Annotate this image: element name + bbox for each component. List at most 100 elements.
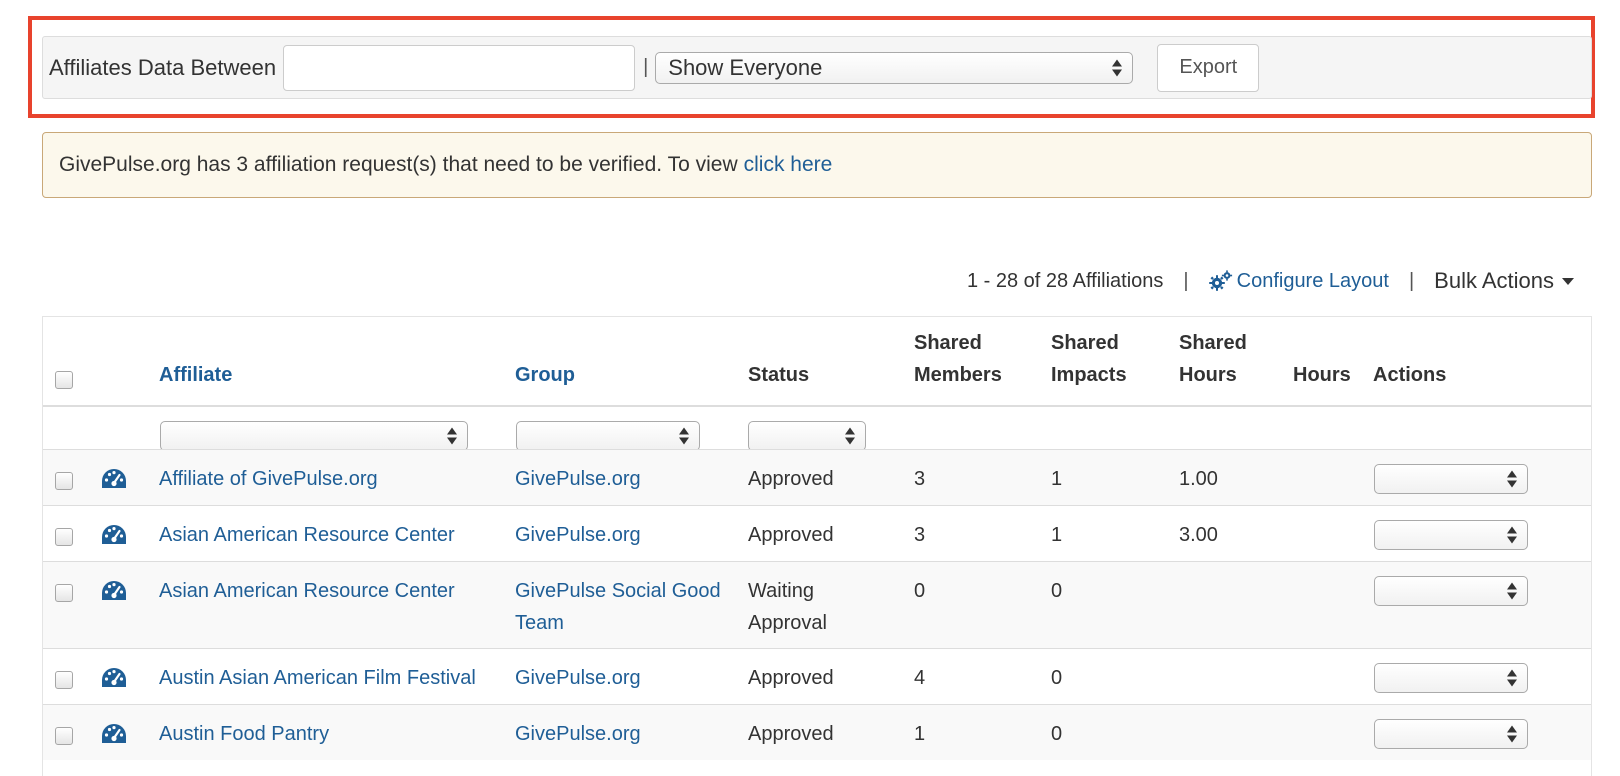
caret-down-icon: [1562, 277, 1574, 285]
group-line1: GivePulse.org: [515, 723, 641, 745]
select-arrows-icon: [1507, 470, 1517, 488]
group-link[interactable]: GivePulse.org: [515, 662, 641, 694]
shared-hours-cell: 3.00: [1179, 524, 1218, 546]
header-group[interactable]: Group: [515, 359, 575, 391]
row-actions-select[interactable]: [1374, 719, 1528, 749]
affiliate-link[interactable]: Affiliate of GivePulse.org: [159, 463, 378, 495]
dashboard-icon[interactable]: [101, 667, 127, 689]
affiliate-link[interactable]: Austin Food Pantry: [159, 718, 329, 750]
status-line2: Approval: [748, 612, 827, 634]
group-link[interactable]: GivePulse Social Good Team: [515, 575, 721, 639]
shared-members-cell: 1: [914, 723, 926, 745]
meta-separator-2: |: [1408, 269, 1415, 292]
shared-impacts-cell: 1: [1051, 524, 1063, 546]
table-row: Affiliate of GivePulse.org GivePulse.org A…: [43, 449, 1591, 505]
dashboard-icon[interactable]: [101, 723, 127, 745]
header-shared-members: Shared Members: [914, 327, 1002, 391]
date-range-input[interactable]: [283, 44, 636, 91]
header-shared-impacts: Shared Impacts: [1051, 327, 1127, 391]
header-actions: Actions: [1373, 364, 1447, 386]
status-cell: Approved: [748, 519, 834, 551]
row-checkbox[interactable]: [55, 727, 73, 745]
header-shared-members-line1: Shared: [914, 332, 982, 354]
dashboard-icon[interactable]: [101, 524, 127, 546]
affiliate-link[interactable]: Asian American Resource Center: [159, 519, 455, 551]
table-row: Asian American Resource Center GivePulse.…: [43, 505, 1591, 561]
shared-members-cell: 3: [914, 524, 926, 546]
status-filter-select[interactable]: [748, 421, 866, 451]
shared-members-cell: 3: [914, 468, 926, 490]
table-header-row: Affiliate Group Status Shared Members Sh…: [43, 317, 1591, 407]
status-line1: Approved: [748, 723, 834, 745]
alert-click-here-link[interactable]: click here: [744, 153, 833, 177]
select-arrows-icon: [1507, 725, 1517, 743]
shared-impacts-cell: 0: [1051, 667, 1063, 689]
row-actions-select[interactable]: [1374, 576, 1528, 606]
status-line1: Approved: [748, 667, 834, 689]
select-arrows-icon: [1112, 59, 1123, 76]
shared-impacts-cell: 0: [1051, 723, 1063, 745]
status-line1: Waiting: [748, 580, 814, 602]
select-all-checkbox[interactable]: [55, 371, 73, 389]
row-checkbox[interactable]: [55, 528, 73, 546]
affiliations-count: 1 - 28 of 28 Affiliations: [966, 269, 1164, 292]
table-meta-bar: 1 - 28 of 28 Affiliations | Configure La…: [967, 268, 1574, 294]
select-arrows-icon: [1507, 526, 1517, 544]
status-cell: Approved: [748, 718, 834, 750]
status-cell: Waiting Approval: [748, 575, 827, 639]
row-checkbox[interactable]: [55, 671, 73, 689]
row-checkbox[interactable]: [55, 472, 73, 490]
export-button[interactable]: Export: [1157, 43, 1260, 92]
people-filter-value: Show Everyone: [668, 54, 823, 80]
group-line1: GivePulse Social Good: [515, 580, 721, 602]
people-filter-select[interactable]: Show Everyone: [655, 51, 1134, 84]
group-filter-select[interactable]: [516, 421, 700, 451]
dashboard-icon[interactable]: [101, 580, 127, 602]
group-link[interactable]: GivePulse.org: [515, 718, 641, 750]
affiliate-link[interactable]: Asian American Resource Center: [159, 575, 455, 607]
header-shared-hours-line1: Shared: [1179, 332, 1247, 354]
bulk-actions-dropdown[interactable]: Bulk Actions: [1434, 268, 1574, 294]
dashboard-icon[interactable]: [101, 468, 127, 490]
shared-members-cell: 0: [914, 580, 926, 602]
bulk-actions-label: Bulk Actions: [1434, 268, 1554, 293]
header-shared-hours-line2: Hours: [1179, 364, 1237, 386]
status-line1: Approved: [748, 524, 834, 546]
group-line1: GivePulse.org: [515, 468, 641, 490]
gears-icon: [1208, 270, 1232, 291]
header-shared-impacts-line1: Shared: [1051, 332, 1119, 354]
shared-impacts-cell: 0: [1051, 580, 1063, 602]
filter-separator: |: [643, 56, 649, 78]
group-line1: GivePulse.org: [515, 524, 641, 546]
header-shared-hours: Shared Hours: [1179, 327, 1247, 391]
shared-hours-cell: 1.00: [1179, 468, 1218, 490]
date-range-label: Affiliates Data Between: [49, 54, 277, 80]
group-line2: Team: [515, 612, 564, 634]
affiliate-filter-select[interactable]: [160, 421, 468, 451]
header-status: Status: [748, 364, 810, 386]
header-shared-impacts-line2: Impacts: [1051, 364, 1127, 386]
configure-layout-link[interactable]: Configure Layout: [1208, 270, 1389, 293]
verification-alert: GivePulse.org has 3 affiliation request(…: [42, 132, 1592, 198]
table-row: Asian American Resource Center GivePulse …: [43, 561, 1591, 648]
table-row: Austin Asian American Film Festival GiveP…: [43, 648, 1591, 704]
meta-separator: |: [1183, 269, 1189, 292]
row-actions-select[interactable]: [1374, 464, 1528, 494]
header-affiliate[interactable]: Affiliate: [159, 359, 232, 391]
header-shared-members-line2: Members: [914, 364, 1002, 386]
shared-impacts-cell: 1: [1051, 468, 1063, 490]
select-arrows-icon: [1507, 582, 1517, 600]
status-cell: Approved: [748, 463, 834, 495]
row-actions-select[interactable]: [1374, 520, 1528, 550]
row-checkbox[interactable]: [55, 584, 73, 602]
group-link[interactable]: GivePulse.org: [515, 519, 641, 551]
affiliate-link[interactable]: Austin Asian American Film Festival: [159, 662, 476, 694]
group-link[interactable]: GivePulse.org: [515, 463, 641, 495]
status-line1: Approved: [748, 468, 834, 490]
row-actions-select[interactable]: [1374, 663, 1528, 693]
alert-text: GivePulse.org has 3 affiliation request(…: [59, 153, 738, 176]
affiliations-table: Affiliate Group Status Shared Members Sh…: [42, 316, 1592, 776]
table-row: Austin Food Pantry GivePulse.org Approved 1…: [43, 704, 1591, 760]
select-arrows-icon: [845, 427, 855, 445]
group-line1: GivePulse.org: [515, 667, 641, 689]
